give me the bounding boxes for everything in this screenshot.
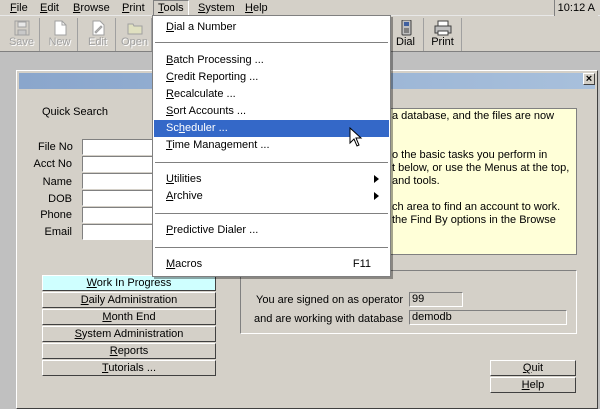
phone-label: Phone — [40, 209, 72, 221]
menu-separator — [155, 213, 388, 214]
info-line: t below, or use the Menus at the top, — [392, 162, 570, 174]
open-label: Open — [121, 36, 148, 48]
printer-icon — [434, 20, 451, 36]
database-value: demodb — [409, 310, 567, 325]
submenu-arrow-icon — [374, 175, 379, 183]
work-in-progress-button[interactable]: Work In Progress — [42, 275, 216, 291]
menu-help[interactable]: Help — [241, 1, 272, 15]
dob-label: DOB — [48, 193, 72, 205]
reports-button[interactable]: Reports — [42, 343, 216, 359]
menu-separator — [155, 247, 388, 248]
edit-label: Edit — [88, 36, 107, 48]
name-label: Name — [42, 176, 72, 188]
menu-print[interactable]: Print — [118, 1, 149, 15]
menu-item-credit-reporting[interactable]: Credit Reporting ... — [154, 69, 389, 86]
submenu-arrow-icon — [374, 192, 379, 200]
menu-item-archive[interactable]: Archive — [154, 188, 389, 205]
edit-button[interactable]: Edit — [80, 18, 116, 51]
menu-item-sort-accounts[interactable]: Sort Accounts ... — [154, 103, 389, 120]
mouse-cursor-icon — [349, 127, 363, 147]
phone-icon — [401, 20, 411, 36]
open-button[interactable]: Open — [118, 18, 152, 51]
acct-no-label: Acct No — [33, 158, 72, 170]
menu-item-predictive-dialer[interactable]: Predictive Dialer ... — [154, 222, 389, 239]
database-label: and are working with database — [254, 313, 404, 325]
info-line: a database, and the files are now — [392, 110, 555, 122]
new-label: New — [48, 36, 71, 48]
help-button[interactable]: Help — [490, 377, 576, 393]
menu-tools[interactable]: Tools — [153, 0, 189, 16]
dial-button[interactable]: Dial — [388, 18, 424, 51]
menubar: File Edit Browse Print Tools System Help… — [0, 0, 600, 16]
new-button[interactable]: New — [42, 18, 78, 51]
system-administration-button[interactable]: System Administration — [42, 326, 216, 342]
email-label: Email — [44, 226, 72, 238]
close-button[interactable]: × — [583, 73, 595, 85]
quit-button[interactable]: Quit — [490, 360, 576, 376]
save-button[interactable]: Save — [4, 18, 40, 51]
menu-item-macros[interactable]: Macros F11 — [154, 256, 389, 273]
edit-document-icon — [92, 20, 104, 36]
menu-file[interactable]: File — [6, 1, 32, 15]
menu-item-utilities[interactable]: Utilities — [154, 171, 389, 188]
save-icon — [14, 20, 29, 36]
info-line: the Find By options in the Browse — [392, 214, 556, 226]
print-button[interactable]: Print — [424, 18, 462, 51]
menu-item-batch-processing[interactable]: Batch Processing ... — [154, 52, 389, 69]
operator-value: 99 — [409, 292, 463, 307]
month-end-button[interactable]: Month End — [42, 309, 216, 325]
print-label: Print — [431, 36, 454, 48]
menu-item-dial-a-number[interactable]: Dial a Number — [154, 19, 389, 36]
close-icon: × — [585, 73, 593, 85]
file-no-label: File No — [38, 141, 73, 153]
menu-separator — [155, 42, 388, 43]
quick-search-title: Quick Search — [42, 106, 109, 118]
signed-on-label: You are signed on as operator — [256, 294, 403, 306]
menu-item-recalculate[interactable]: Recalculate ... — [154, 86, 389, 103]
menu-browse[interactable]: Browse — [69, 1, 114, 15]
clock: 10:12 A — [553, 0, 598, 16]
info-line: ch area to find an account to work. — [392, 201, 561, 213]
info-line: o the basic tasks you perform in — [392, 149, 548, 161]
info-line: and tools. — [392, 175, 440, 187]
tutorials-button[interactable]: Tutorials ... — [42, 360, 216, 376]
new-document-icon — [54, 20, 66, 36]
menu-separator — [155, 162, 388, 163]
dial-label: Dial — [396, 36, 415, 48]
macros-shortcut: F11 — [352, 258, 371, 270]
menu-system[interactable]: System — [194, 1, 239, 15]
menu-edit[interactable]: Edit — [36, 1, 63, 15]
daily-administration-button[interactable]: Daily Administration — [42, 292, 216, 308]
save-label: Save — [8, 36, 35, 48]
open-folder-icon — [127, 23, 142, 35]
